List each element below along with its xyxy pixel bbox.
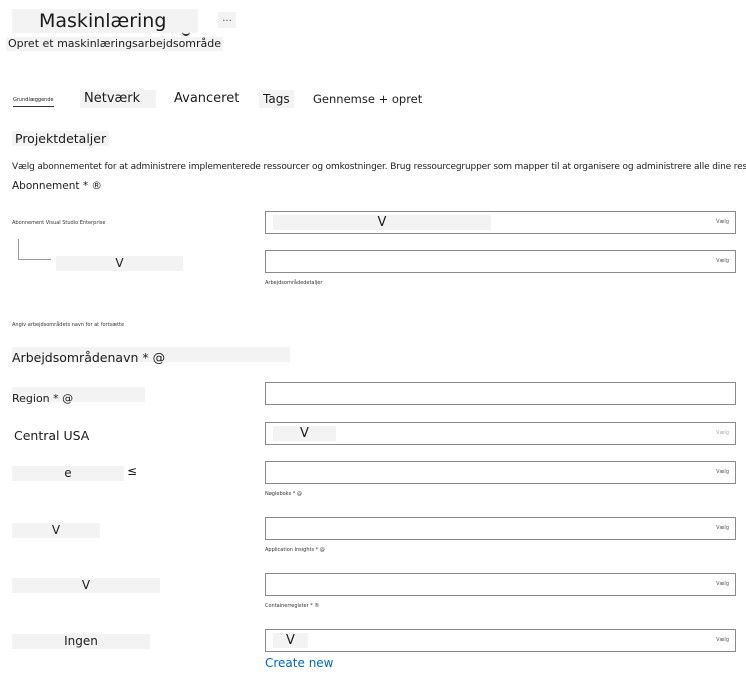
keyvault-caption: Nøgleboks * @ <box>265 491 302 497</box>
subscription-end: Vælg <box>716 219 729 225</box>
registry-end: Vælg <box>716 637 729 643</box>
appinsights-label: V <box>12 578 160 593</box>
appinsights-dropdown[interactable]: Vælg <box>265 573 736 596</box>
workspace-name-label: Arbejdsområdenavn * @ <box>12 350 166 365</box>
registry-label: Ingen <box>12 634 150 649</box>
section-description: Vælg abonnementet for at administrere im… <box>12 162 746 172</box>
create-new-link[interactable]: Create new <box>265 656 334 670</box>
more-options-button[interactable]: ... <box>218 12 236 28</box>
region-label: Region * @ <box>12 392 74 405</box>
tab-basics[interactable]: Grundlæggende <box>13 96 54 107</box>
subscription-row-label: Abonnement Visual Studio Enterprise <box>12 220 106 226</box>
keyvault-dropdown[interactable]: Vælg <box>265 517 736 540</box>
tab-review-create[interactable]: Gennemse + opret <box>309 90 426 108</box>
appinsights-end: Vælg <box>716 581 729 587</box>
appinsights-caption: Application Insights * @ <box>265 547 325 553</box>
region-select-value: V <box>273 426 336 441</box>
resource-group-dropdown[interactable]: Vælg <box>265 250 736 273</box>
storage-dropdown[interactable]: Vælg <box>265 461 736 484</box>
registry-caption: Containerregister * ® <box>265 603 320 609</box>
subscription-dropdown[interactable]: V Vælg <box>265 211 736 234</box>
page-title: Maskinlæring <box>12 9 198 33</box>
registry-dropdown[interactable]: V Vælg <box>265 629 736 652</box>
storage-icon: ≤ <box>127 464 138 478</box>
resource-group-end: Vælg <box>716 258 729 264</box>
workspace-name-label-bg: Arbejdsområdenavn * @ <box>12 347 290 365</box>
storage-label: e <box>12 466 124 481</box>
section-title-project: Projektdetaljer <box>12 131 110 146</box>
region-value-label: Central USA <box>14 428 90 443</box>
keyvault-end: Vælg <box>716 525 729 531</box>
tab-advanced[interactable]: Avanceret <box>170 90 243 108</box>
tab-networking[interactable]: Netværk <box>80 90 156 108</box>
subscription-value: V <box>273 215 491 230</box>
resource-group-caption: Arbejdsområdedetaljer <box>265 280 323 286</box>
page-subtitle: Opret et maskinlæringsarbejdsområde <box>6 37 224 51</box>
keyvault-label: V <box>12 523 100 538</box>
subscription-label: Abonnement * ® <box>12 180 102 192</box>
tab-tags[interactable]: Tags <box>259 90 294 108</box>
registry-select-value: V <box>273 633 308 648</box>
storage-end: Vælg <box>716 469 729 475</box>
region-dropdown[interactable]: V Vælg <box>265 422 736 445</box>
region-end: Vælg <box>716 430 729 436</box>
resource-group-label: V <box>56 256 183 271</box>
tree-connector <box>18 239 51 260</box>
caret-icon <box>182 29 190 36</box>
workspace-name-input[interactable] <box>265 382 736 405</box>
region-label-bg: Region * @ <box>12 387 145 405</box>
workspace-caption: Angiv arbejdsområdets navn for at fortsæ… <box>12 322 125 328</box>
